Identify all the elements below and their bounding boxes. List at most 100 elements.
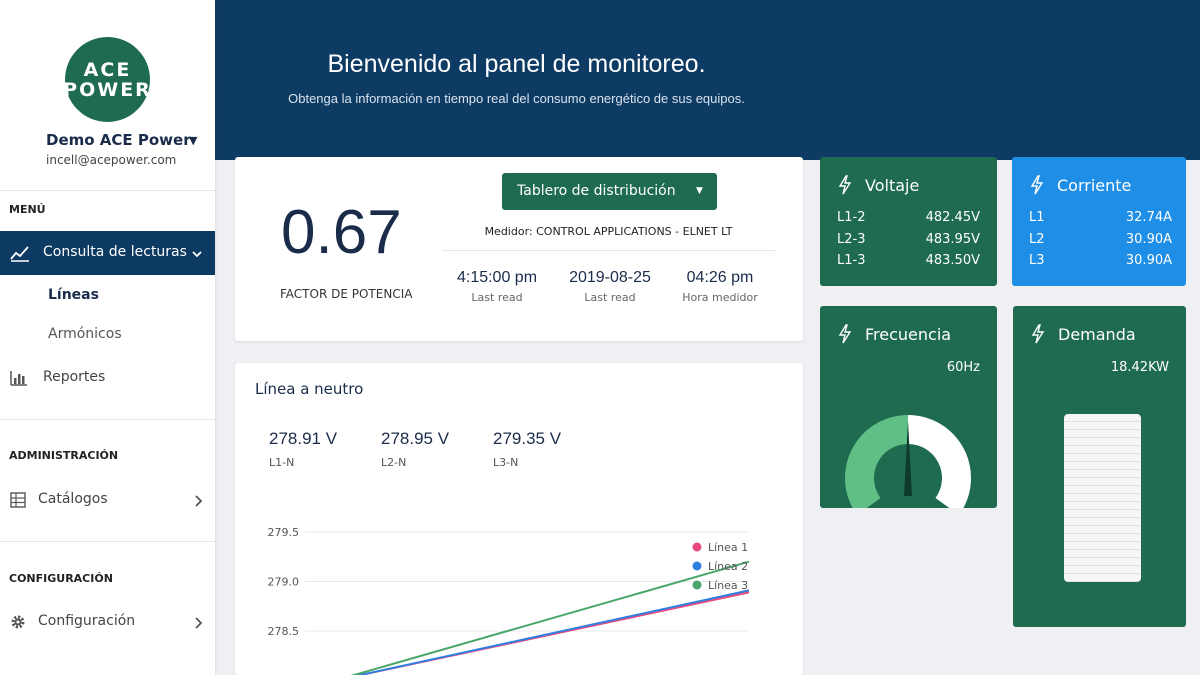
l2n-label: L2-N: [381, 456, 407, 469]
stat-value: 4:15:00 pm: [456, 269, 538, 286]
logo-text-top: ACE: [83, 58, 132, 81]
stat-value: 2019-08-25: [569, 269, 651, 286]
divider: [0, 419, 215, 420]
current-row: L2 30.90A: [1029, 232, 1172, 247]
legend-marker[interactable]: [692, 542, 702, 552]
stat-value: 04:26 pm: [686, 269, 754, 286]
chart-title: Línea a neutro: [255, 380, 364, 398]
user-name[interactable]: Demo ACE Power: [46, 131, 191, 149]
nav-item-reportes[interactable]: Reportes: [0, 363, 215, 393]
divider: [442, 250, 775, 251]
tile-title: Corriente: [1057, 176, 1132, 195]
stat-meter-time: 04:26 pm Hora medidor: [670, 269, 770, 304]
row-value: 32.74A: [1125, 210, 1172, 225]
subnav-armonicos[interactable]: Armónicos: [48, 326, 122, 342]
chevron-down-icon: [191, 245, 203, 264]
demand-bar: [1064, 414, 1141, 582]
welcome-header: Bienvenido al panel de monitoreo. Obteng…: [215, 0, 1200, 160]
y-tick-label: 279.5: [268, 526, 300, 539]
row-label: L1: [1029, 210, 1045, 225]
nav-label: Reportes: [43, 369, 106, 385]
l1n-value: 278.91 V: [269, 429, 338, 448]
series-line: [350, 560, 750, 675]
demand-value: 18.42KW: [1110, 360, 1169, 375]
current-row: L1 32.74A: [1029, 210, 1172, 225]
voltage-row: L1-3 483.50V: [837, 253, 980, 268]
line-chart: 279.5 279.0 278.5 Línea 1 Línea 2 Línea 3: [268, 526, 750, 675]
dropdown-label: Tablero de distribución: [517, 183, 676, 199]
l3n-value: 279.35 V: [493, 429, 562, 448]
nav-label: Configuración: [38, 613, 136, 629]
subnav-lineas[interactable]: Líneas: [48, 287, 99, 303]
legend-label[interactable]: Línea 1: [708, 541, 748, 554]
legend-marker[interactable]: [692, 580, 702, 590]
bolt-icon: [838, 324, 852, 348]
row-label: L3: [1029, 253, 1045, 268]
stat-last-read-date: 2019-08-25 Last read: [560, 269, 660, 304]
divider: [0, 541, 215, 542]
demand-tile: Demanda 18.42KW: [1013, 306, 1186, 627]
legend-label[interactable]: Línea 3: [708, 579, 748, 592]
meter-name: Medidor: CONTROL APPLICATIONS - ELNET LT: [484, 225, 733, 238]
chevron-right-icon: [193, 493, 203, 512]
power-factor-value: 0.67: [281, 198, 402, 267]
logo-text-bottom: POWER: [63, 78, 152, 101]
nav-label: Catálogos: [38, 491, 108, 507]
bolt-icon: [838, 175, 852, 199]
current-tile: Corriente L1 32.74A L2 30.90A L3 30.90A: [1012, 157, 1186, 286]
admin-section-title: ADMINISTRACIÓN: [9, 449, 119, 462]
divider: [0, 190, 215, 191]
row-label: L2: [1029, 232, 1045, 247]
line-neutral-card: Línea a neutro 278.91 V L1-N 278.95 V L2…: [235, 363, 803, 675]
nav-item-catalogos[interactable]: Catálogos: [0, 485, 215, 515]
frequency-tile: Frecuencia 60Hz: [820, 306, 997, 508]
tile-title: Demanda: [1058, 325, 1136, 344]
distribution-board-dropdown[interactable]: Tablero de distribución ▼: [502, 173, 717, 210]
frequency-value: 60Hz: [946, 360, 980, 375]
bolt-icon: [1030, 175, 1044, 199]
frequency-gauge: [845, 415, 971, 508]
nav-item-configuracion[interactable]: Configuración: [0, 607, 215, 637]
sidebar: ACE POWER Demo ACE Power ▼ incell@acepow…: [0, 0, 215, 675]
table-grid-icon: [10, 492, 26, 512]
current-row: L3 30.90A: [1029, 253, 1172, 268]
legend-marker[interactable]: [692, 561, 702, 571]
row-label: L1-2: [837, 210, 866, 225]
row-value: 482.45V: [925, 210, 980, 225]
voltage-tile: Voltaje L1-2 482.45V L2-3 483.95V L1-3 483.…: [820, 157, 997, 286]
nav-item-consulta-lecturas[interactable]: Consulta de lecturas: [0, 231, 215, 275]
bolt-icon: [1031, 324, 1045, 348]
config-section-title: CONFIGURACIÓN: [9, 572, 113, 585]
gauge-fill: [845, 415, 908, 508]
voltage-row: L2-3 483.95V: [837, 232, 980, 247]
stat-label: Hora medidor: [682, 291, 758, 304]
ace-power-logo: ACE POWER: [63, 37, 152, 122]
line-chart-icon: [10, 244, 30, 266]
power-factor-label: FACTOR DE POTENCIA: [280, 287, 413, 301]
stat-label: Last read: [471, 291, 523, 304]
row-value: 483.95V: [925, 232, 980, 247]
row-value: 30.90A: [1125, 253, 1172, 268]
legend-label[interactable]: Línea 2: [708, 560, 748, 573]
l1n-label: L1-N: [269, 456, 295, 469]
row-value: 483.50V: [925, 253, 980, 268]
chevron-right-icon: [193, 615, 203, 634]
stat-last-read-time: 4:15:00 pm Last read: [447, 269, 547, 304]
gauge-remaining: [908, 415, 971, 508]
nav-label: Consulta de lecturas: [43, 244, 187, 260]
y-tick-label: 278.5: [268, 625, 300, 638]
tile-title: Frecuencia: [865, 325, 952, 344]
menu-section-title: MENÚ: [9, 203, 46, 216]
gear-icon: [10, 614, 26, 634]
l3n-label: L3-N: [493, 456, 519, 469]
l2n-value: 278.95 V: [381, 429, 450, 448]
bar-chart-icon: [10, 370, 28, 390]
y-tick-label: 279.0: [268, 576, 300, 589]
caret-down-icon: ▼: [696, 186, 703, 196]
user-email: incell@acepower.com: [46, 153, 177, 167]
row-label: L1-3: [837, 253, 866, 268]
row-label: L2-3: [837, 232, 866, 247]
stat-label: Last read: [584, 291, 636, 304]
summary-card: 0.67 FACTOR DE POTENCIA Tablero de distr…: [235, 157, 803, 341]
user-menu-caret-icon[interactable]: ▼: [189, 134, 197, 147]
